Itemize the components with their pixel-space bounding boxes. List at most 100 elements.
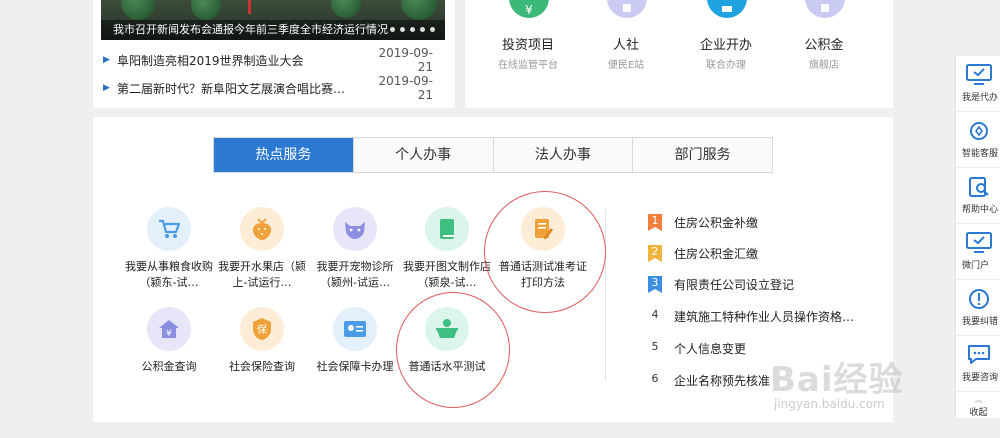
service-print-shop[interactable]: 我要开图文制作店（颍泉-试… [401,207,493,291]
ranking-item[interactable]: 1 住房公积金补缴 [648,212,858,232]
service-label: 我要开宠物诊所（颍州-试运… [316,260,394,289]
pet-icon [333,207,377,251]
pager-dot[interactable] [390,27,395,32]
help-doc-icon [964,174,994,200]
news-panel: 我市召开新闻发布会通报今年前三季度全市经济运行情况 ▶ 阜阳制造亮相2019世界… [93,0,455,108]
service-mandarin-test[interactable]: 普通话水平测试 [401,307,493,375]
service-label: 社会保障卡办理 [316,360,394,373]
watermark-url: jingyan.baidu.com [774,397,885,411]
rank-number: 5 [651,339,659,353]
person-icon [607,0,647,18]
news-list-item[interactable]: ▶ 阜阳制造亮相2019世界制造业大会 2019-09-21 [103,46,433,74]
sidebar-item-help-center[interactable]: 帮助中心 [956,168,1000,224]
ranking-item[interactable]: 4 建筑施工特种作业人员操作资格… [648,306,858,326]
sidebar-item-label: 我要咨询 [962,373,999,383]
ranking-item[interactable]: 3 有限责任公司设立登记 [648,274,858,294]
quick-service-name: 公积金 [804,38,844,53]
monitor-check-icon [964,62,994,88]
tab-hot-services[interactable]: 热点服务 [214,138,354,172]
news-list-item[interactable]: ▶ 第二届新时代？新阜阳文艺展演合唱比赛… 2019-09-21 [103,74,433,102]
service-grain-purchase[interactable]: 我要从事粮食收购（颍东-试… [123,207,215,291]
money-bag-icon: ¥ [509,0,549,18]
rank-badge: 2 [648,244,662,262]
service-label: 社会保险查询 [229,360,295,373]
service-fund-query[interactable]: ¥ 公积金查询 [123,307,215,375]
ranking-text[interactable]: 有限责任公司设立登记 [674,276,858,293]
sidebar-item-label: 帮助中心 [962,205,999,215]
sidebar-item-consult[interactable]: 我要咨询 [956,336,1000,392]
watermark-brand: Bai经验 [770,360,904,400]
svg-text:保: 保 [257,323,267,336]
rank-badge: 3 [648,275,662,293]
cart-icon [147,207,191,251]
tab-department[interactable]: 部门服务 [633,138,772,172]
pager-dot[interactable] [400,27,405,32]
strawberry-icon [240,207,284,251]
bullet-arrow-icon: ▶ [103,83,110,93]
sidebar-item-label: 智能客服 [962,149,999,159]
sidebar-item-agent[interactable]: 我是代办 [956,56,1000,112]
sidebar-collapse-button[interactable]: ︿ 收起 [956,394,1000,418]
id-card-icon [333,307,377,351]
service-label: 普通话测试准考证打印方法 [499,260,587,289]
news-title[interactable]: 阜阳制造亮相2019世界制造业大会 [117,52,371,69]
pager-dot[interactable] [420,27,425,32]
ranking-text[interactable]: 建筑施工特种作业人员操作资格… [674,308,858,325]
sidebar-item-micro-portal[interactable]: 微门户 [956,224,1000,280]
svg-text:¥: ¥ [166,329,172,339]
banner-caption[interactable]: 我市召开新闻发布会通报今年前三季度全市经济运行情况 [113,21,393,37]
rank-number: 6 [651,371,659,385]
service-label: 我要从事粮食收购（颍东-试… [125,260,213,289]
news-title[interactable]: 第二届新时代？新阜阳文艺展演合唱比赛… [117,80,371,97]
service-fruit-store[interactable]: 我要开水果店（颍上-试运行… [216,207,308,291]
tab-legal-entity[interactable]: 法人办事 [493,138,634,172]
quick-service-name: 企业开办 [699,38,752,53]
service-label: 我要开水果店（颍上-试运行… [218,260,306,289]
panel-divider [605,209,606,381]
sidebar-item-report-error[interactable]: 我要纠错 [956,280,1000,336]
banner-image-decoration [121,0,155,20]
quick-services-panel: ¥ 投资项目 在线监管平台 人社 便民E站 企业开办 联合办理 公积金 旗舰店 [465,0,893,108]
baidu-jingyan-watermark: Bai经验 jingyan.baidu.com [770,352,950,412]
sidebar-item-smart-service[interactable]: 智能客服 [956,112,1000,168]
speaker-icon [425,307,469,351]
ranking-text[interactable]: 住房公积金补缴 [674,214,858,231]
house-yen-icon: ¥ [147,307,191,351]
news-banner[interactable]: 我市召开新闻发布会通报今年前三季度全市经济运行情况 [101,0,445,40]
fund-icon [805,0,845,18]
banner-image-decoration [331,0,361,18]
book-icon [425,207,469,251]
banner-image-decoration [248,0,251,14]
service-social-security-card[interactable]: 社会保障卡办理 [309,307,401,375]
banner-pager [390,27,435,32]
pager-dot[interactable] [430,27,435,32]
service-label: 普通话水平测试 [408,360,486,373]
ranking-item[interactable]: 2 住房公积金汇缴 [648,243,858,263]
sidebar-item-label: 我要纠错 [962,317,999,327]
service-social-insurance-query[interactable]: 保 社会保险查询 [216,307,308,375]
svg-text:¥: ¥ [525,3,533,17]
rank-badge: 1 [648,213,662,231]
quick-service-sub: 在线监管平台 [498,60,558,71]
tab-personal[interactable]: 个人办事 [353,138,494,172]
warning-icon [964,286,994,312]
chat-icon [964,342,994,368]
quick-service-sub: 联合办理 [706,60,746,71]
shield-icon: 保 [240,307,284,351]
sidebar-collapse-label: 收起 [969,408,988,418]
service-label: 我要开图文制作店（颍泉-试… [403,260,491,289]
service-pet-clinic[interactable]: 我要开宠物诊所（颍州-试运… [309,207,401,291]
service-mandarin-admission-ticket[interactable]: 普通话测试准考证打印方法 [497,207,589,291]
monitor-icon [964,230,994,256]
pager-dot[interactable] [410,27,415,32]
service-label: 公积金查询 [141,360,197,373]
quick-service-sub: 旗舰店 [809,60,839,71]
quick-service-name: 投资项目 [501,38,554,53]
floating-sidebar: 我是代办 智能客服 帮助中心 微门户 我要纠错 我要咨询 ︿ 收起 [955,56,1000,418]
quick-service-sub: 便民E站 [607,60,645,71]
document-icon [521,207,565,251]
robot-icon [964,118,994,144]
news-date: 2019-09-21 [378,74,433,102]
chevron-up-icon: ︿ [974,395,983,404]
ranking-text[interactable]: 住房公积金汇缴 [674,245,858,262]
